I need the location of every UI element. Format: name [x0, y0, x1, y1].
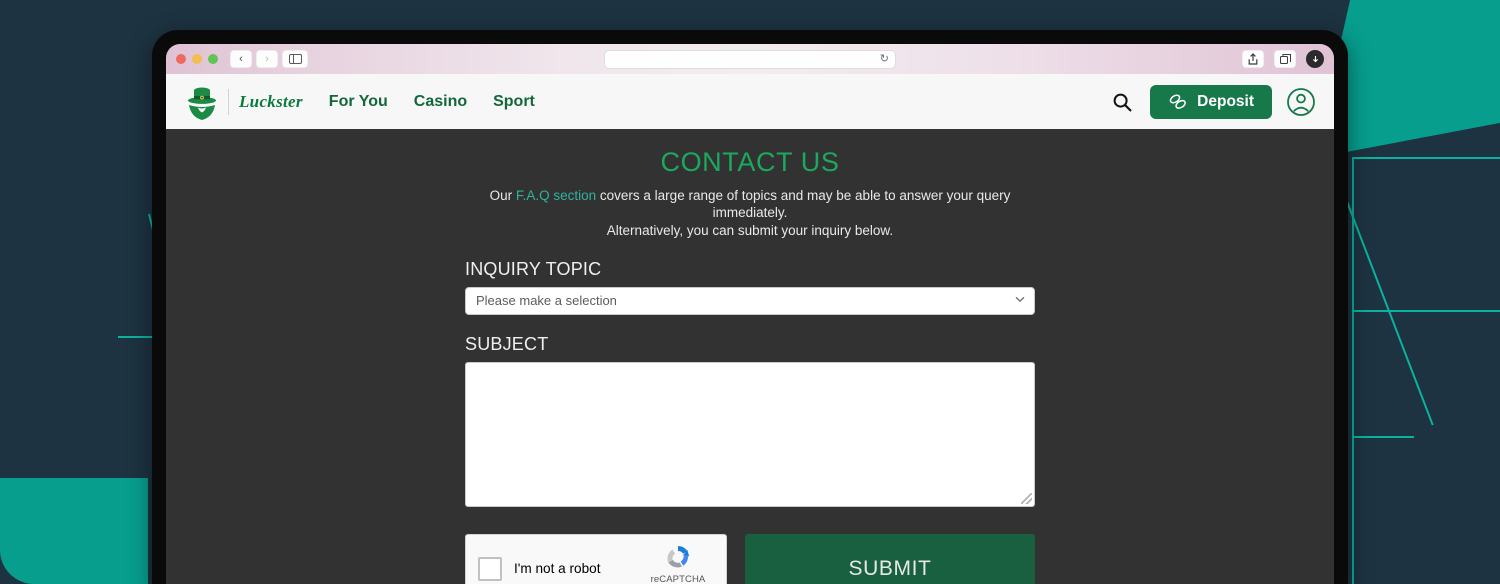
back-button[interactable]: ‹ — [230, 50, 252, 68]
resize-handle[interactable] — [1021, 492, 1032, 504]
decor-line-right-2 — [1352, 310, 1500, 312]
brand-divider — [228, 88, 229, 115]
description-line-2: Alternatively, you can submit your inqui… — [606, 222, 894, 238]
minimize-window-button[interactable] — [192, 54, 202, 64]
reload-icon[interactable]: ↻ — [880, 53, 889, 65]
brand-logo[interactable]: Luckster — [186, 84, 303, 120]
close-window-button[interactable] — [176, 54, 186, 64]
window-traffic-lights — [176, 54, 218, 64]
decor-line-vertical-right — [1352, 158, 1354, 584]
description-suffix: covers a large range of topics and may b… — [596, 188, 1011, 221]
forward-button[interactable]: › — [256, 50, 278, 68]
recaptcha-logo-icon — [667, 546, 690, 568]
browser-titlebar: ‹ › ↻ — [166, 44, 1334, 74]
subject-label: SUBJECT — [465, 333, 549, 354]
laptop-bezel: ‹ › ↻ Luckster For You Casino Sport Depo… — [152, 30, 1348, 584]
share-icon[interactable] — [1242, 50, 1264, 68]
browser-window: ‹ › ↻ Luckster For You Casino Sport Depo… — [166, 44, 1334, 584]
chevron-down-icon — [1015, 295, 1025, 306]
form-footer: I'm not a robot reCAPTCHA SUBMIT — [465, 533, 1035, 584]
screenshot-stage: ‹ › ↻ Luckster For You Casino Sport Depo… — [0, 0, 1500, 584]
nav-item-casino[interactable]: Casino — [414, 93, 467, 111]
inquiry-topic-label: INQUIRY TOPIC — [465, 258, 602, 279]
inquiry-topic-value: Please make a selection — [476, 293, 617, 309]
decor-line-right-1 — [1352, 157, 1500, 159]
downloads-icon[interactable] — [1306, 50, 1324, 68]
inquiry-topic-select[interactable]: Please make a selection — [465, 286, 1035, 315]
maximize-window-button[interactable] — [208, 54, 218, 64]
site-navbar: Luckster For You Casino Sport Deposit — [166, 74, 1334, 129]
description-prefix: Our — [489, 188, 516, 203]
deposit-button-label: Deposit — [1197, 92, 1254, 110]
nav-item-sport[interactable]: Sport — [493, 93, 535, 111]
deposit-button[interactable]: Deposit — [1150, 84, 1272, 119]
teal-block-bottom-left — [0, 478, 148, 584]
decor-line-right-3 — [1352, 436, 1414, 438]
submit-button[interactable]: SUBMIT — [745, 533, 1035, 584]
tabs-icon[interactable] — [1274, 50, 1296, 68]
recaptcha-label: I'm not a robot — [514, 561, 601, 577]
brand-name: Luckster — [239, 91, 303, 111]
url-bar[interactable]: ↻ — [604, 49, 896, 69]
page-content: CONTACT US Our F.A.Q section covers a la… — [166, 129, 1334, 584]
faq-link[interactable]: F.A.Q section — [516, 188, 596, 203]
contact-form-container: CONTACT US Our F.A.Q section covers a la… — [465, 129, 1035, 584]
recaptcha-checkbox[interactable] — [478, 556, 502, 581]
subject-textarea[interactable] — [465, 361, 1035, 507]
nav-item-for-you[interactable]: For You — [329, 93, 388, 111]
page-title: CONTACT US — [660, 147, 840, 177]
navbar-right-actions: Deposit — [1108, 84, 1316, 119]
coins-icon — [1169, 94, 1187, 109]
recaptcha-branding: reCAPTCHA Privacy - Terms — [642, 542, 714, 584]
primary-nav: For You Casino Sport — [329, 93, 535, 111]
leprechaun-hat-logo — [188, 87, 216, 120]
recaptcha-widget: I'm not a robot reCAPTCHA — [465, 533, 727, 584]
page-description: Our F.A.Q section covers a large range o… — [465, 187, 1035, 239]
browser-toolbar-right — [1242, 44, 1324, 74]
search-icon[interactable] — [1108, 88, 1136, 116]
account-circle-icon[interactable] — [1286, 87, 1316, 117]
sidebar-icon[interactable] — [282, 50, 308, 68]
recaptcha-name: reCAPTCHA — [650, 574, 706, 584]
